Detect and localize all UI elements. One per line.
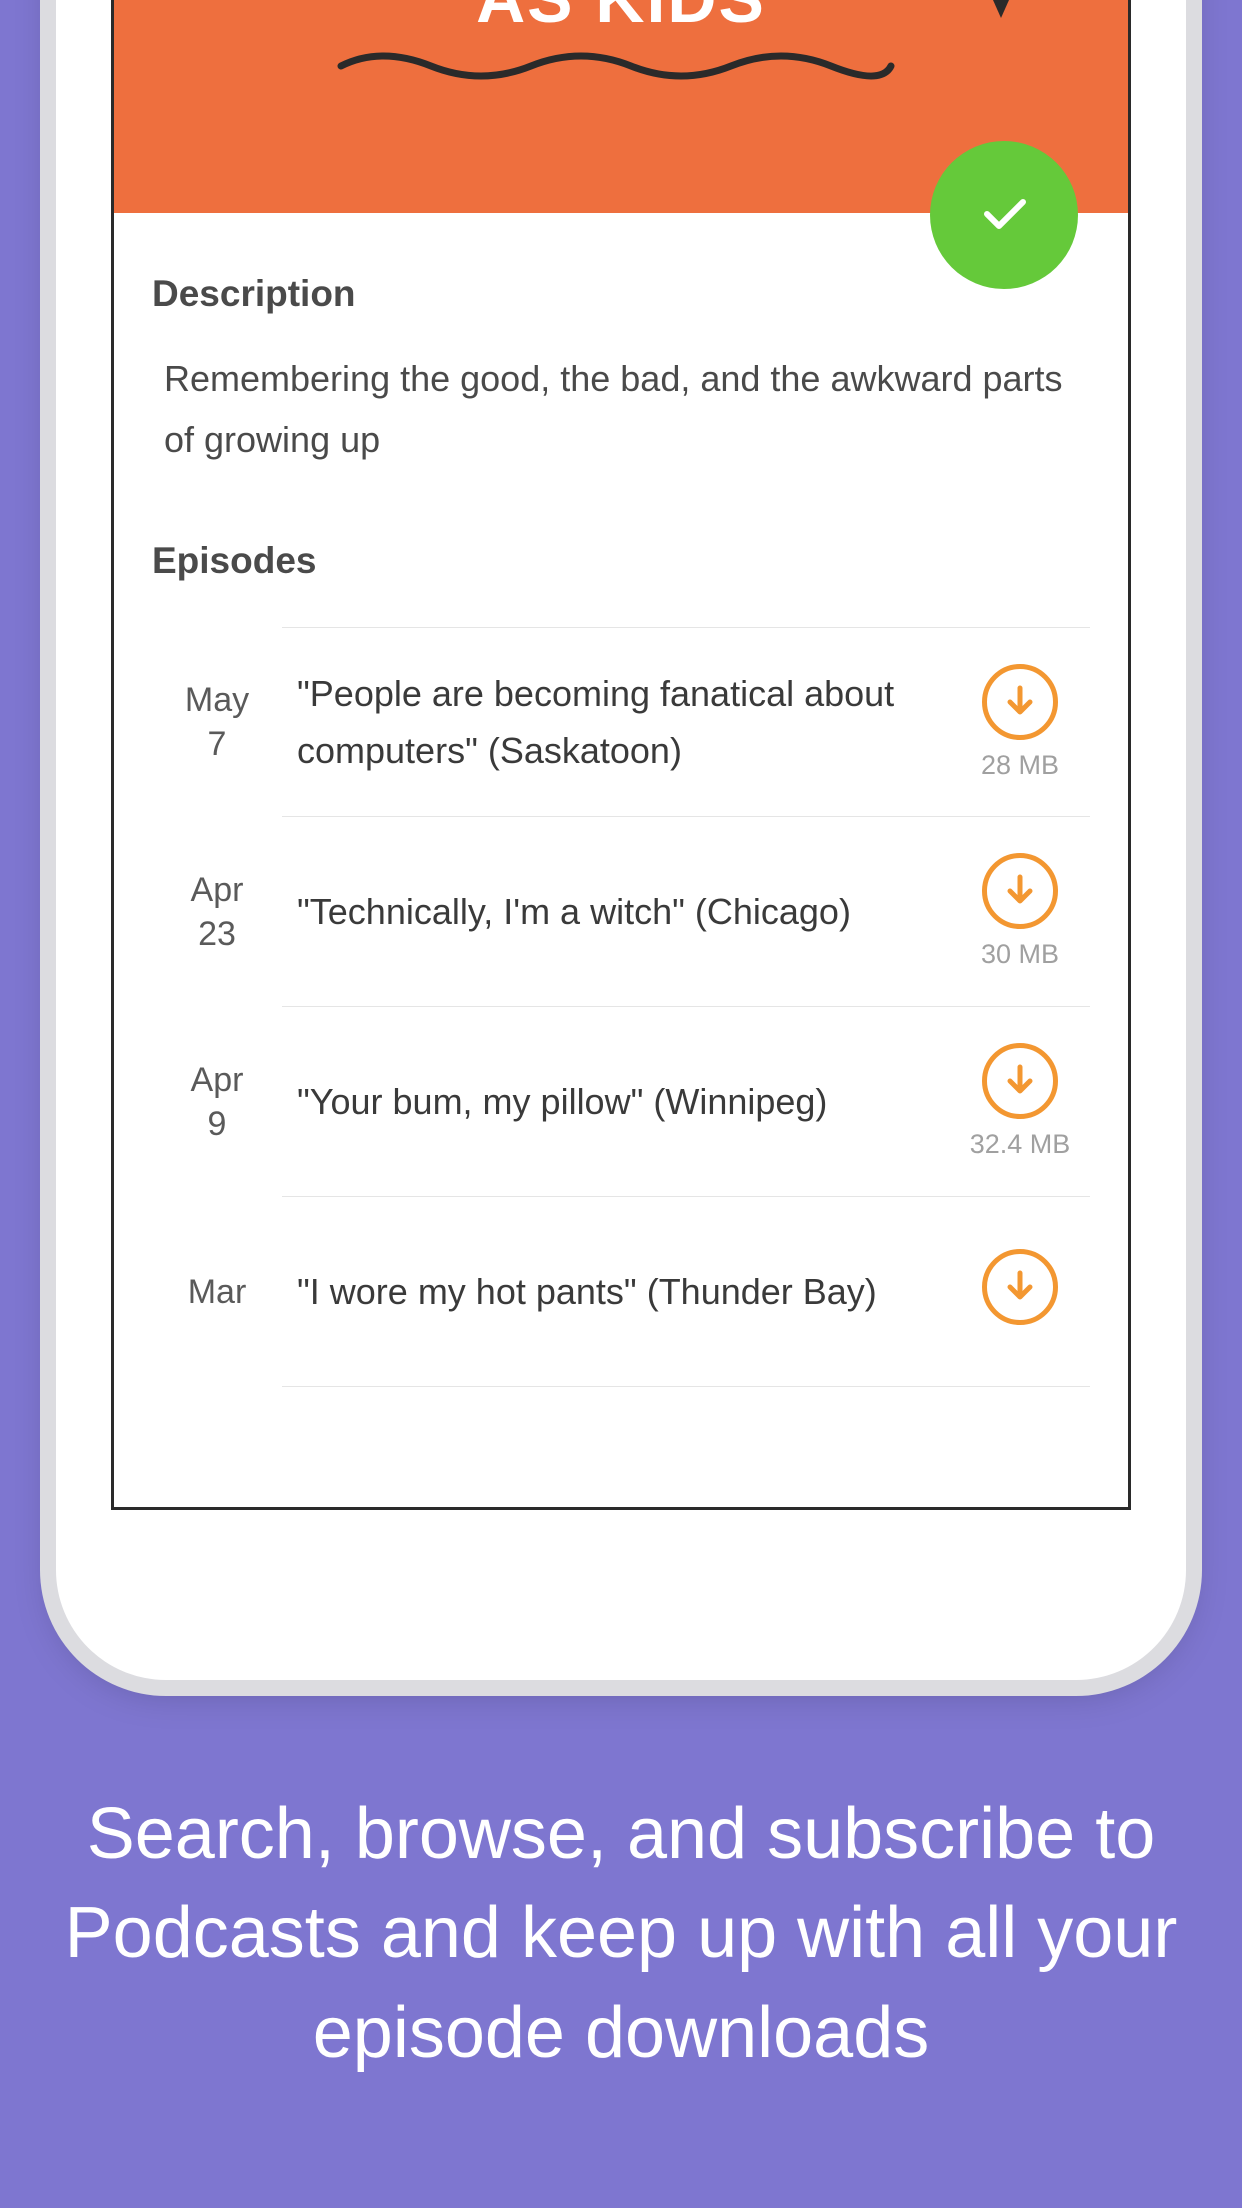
- promo-text: Search, browse, and subscribe to Podcast…: [60, 1785, 1182, 2083]
- description-heading: Description: [152, 273, 1090, 315]
- download-button[interactable]: [965, 1249, 1075, 1335]
- pencil-icon: [961, 0, 1041, 46]
- episode-day: 9: [208, 1102, 227, 1146]
- download-icon: [982, 1249, 1058, 1325]
- episode-row[interactable]: Apr 23 "Technically, I'm a witch" (Chica…: [152, 817, 1090, 1007]
- episode-size: 28 MB: [981, 750, 1059, 781]
- content-area: Description Remembering the good, the ba…: [114, 213, 1128, 1387]
- episode-row[interactable]: Apr 9 "Your bum, my pillow" (Winnipeg) 3…: [152, 1007, 1090, 1197]
- episode-day: 23: [198, 912, 236, 956]
- episode-title: "Your bum, my pillow" (Winnipeg): [297, 1073, 965, 1131]
- podcast-title-art: THINGS THEY WROTE AS KIDS: [311, 0, 931, 94]
- episode-month: May: [185, 678, 249, 722]
- download-button[interactable]: 30 MB: [965, 853, 1075, 970]
- episode-size: 32.4 MB: [970, 1129, 1071, 1160]
- check-icon: [973, 182, 1035, 249]
- episode-size: 30 MB: [981, 939, 1059, 970]
- episode-title: "People are becoming fanatical about com…: [297, 665, 965, 780]
- episode-title: "I wore my hot pants" (Thunder Bay): [297, 1263, 965, 1321]
- episode-row[interactable]: May 7 "People are becoming fanatical abo…: [152, 627, 1090, 817]
- episode-date: Apr 9: [152, 1007, 282, 1197]
- download-icon: [982, 664, 1058, 740]
- episode-row[interactable]: Mar "I wore my hot pants" (Thunder Bay): [152, 1197, 1090, 1387]
- episode-date: Apr 23: [152, 817, 282, 1007]
- podcast-title-line3: AS KIDS: [476, 0, 766, 31]
- episode-month: Apr: [191, 868, 244, 912]
- episode-list: May 7 "People are becoming fanatical abo…: [152, 627, 1090, 1387]
- download-button[interactable]: 32.4 MB: [965, 1043, 1075, 1160]
- subscribed-button[interactable]: [930, 141, 1078, 289]
- episode-month: Apr: [191, 1058, 244, 1102]
- download-icon: [982, 1043, 1058, 1119]
- download-button[interactable]: 28 MB: [965, 664, 1075, 781]
- phone-frame: THINGS THEY WROTE AS KIDS: [56, 0, 1186, 1680]
- episodes-heading: Episodes: [152, 540, 1090, 582]
- download-icon: [982, 853, 1058, 929]
- episode-month: Mar: [188, 1270, 247, 1314]
- squiggle-underline: [331, 41, 911, 94]
- episode-title: "Technically, I'm a witch" (Chicago): [297, 883, 965, 941]
- description-text: Remembering the good, the bad, and the a…: [152, 348, 1090, 470]
- phone-screen: THINGS THEY WROTE AS KIDS: [111, 0, 1131, 1510]
- episode-day: 7: [208, 722, 227, 766]
- episode-date: Mar: [152, 1197, 282, 1387]
- episode-date: May 7: [152, 627, 282, 817]
